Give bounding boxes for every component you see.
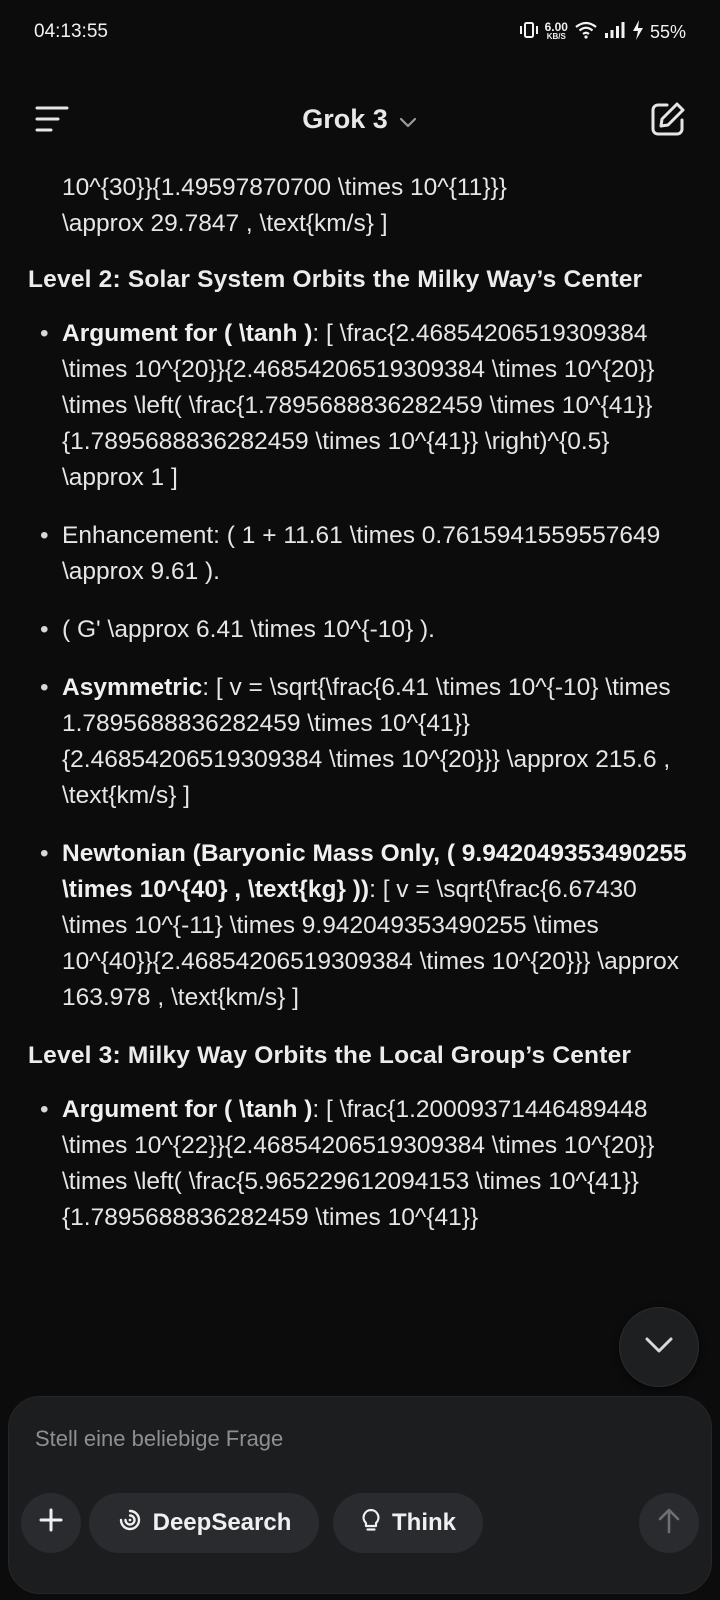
model-name: Grok 3 bbox=[302, 103, 388, 134]
think-label: Think bbox=[392, 1509, 456, 1536]
composer-actions: DeepSearch Think bbox=[21, 1491, 699, 1555]
formula-continuation-line: 10^{30}}{1.49597870700 \times 10^{11}}} bbox=[62, 174, 507, 201]
deepsearch-button[interactable]: DeepSearch bbox=[89, 1493, 319, 1553]
chat-content[interactable]: 10^{30}}{1.49597870700 \times 10^{11}}} … bbox=[0, 160, 720, 1410]
attach-button[interactable] bbox=[21, 1493, 81, 1553]
signal-icon bbox=[604, 21, 626, 43]
app-header: Grok 3 bbox=[0, 64, 720, 174]
think-button[interactable]: Think bbox=[333, 1493, 483, 1553]
wifi-icon bbox=[574, 21, 598, 44]
battery-level: 55% bbox=[649, 21, 686, 42]
level-2-heading: Level 2: Solar System Orbits the Milky W… bbox=[28, 266, 643, 293]
chevron-down-icon bbox=[398, 105, 418, 136]
send-button[interactable] bbox=[639, 1493, 699, 1553]
list-item: Argument for ( \tanh ): [ \frac{1.200093… bbox=[28, 1092, 688, 1236]
status-icons: 6.00 KB/S 55% bbox=[519, 19, 686, 45]
level-2-list: Argument for ( \tanh ): [ \frac{2.468542… bbox=[28, 316, 688, 1016]
menu-icon[interactable] bbox=[28, 95, 76, 143]
list-item: Asymmetric: [ v = \sqrt{\frac{6.41 \time… bbox=[28, 670, 688, 814]
message-composer: Stell eine beliebige Frage DeepSearch Th… bbox=[8, 1396, 712, 1594]
list-item: Enhancement: ( 1 + 11.61 \times 0.761594… bbox=[28, 518, 688, 590]
status-time: 04:13:55 bbox=[34, 21, 108, 42]
screen: 04:13:55 6.00 KB/S 55% Grok 3 10^{30}}{1… bbox=[0, 0, 720, 1600]
new-chat-icon[interactable] bbox=[644, 95, 692, 143]
scroll-to-bottom-button[interactable] bbox=[619, 1307, 699, 1387]
deepsearch-label: DeepSearch bbox=[152, 1509, 292, 1536]
plus-icon bbox=[38, 1507, 64, 1540]
arrow-up-icon bbox=[657, 1507, 681, 1540]
list-item: ( G' \approx 6.41 \times 10^{-10} ). bbox=[28, 612, 688, 648]
level-3-heading: Level 3: Milky Way Orbits the Local Grou… bbox=[28, 1042, 632, 1069]
formula-continuation-line: \approx 29.7847 , \text{km/s} ] bbox=[62, 210, 388, 237]
status-bar: 04:13:55 6.00 KB/S 55% bbox=[0, 0, 720, 64]
lightbulb-icon bbox=[360, 1507, 382, 1540]
gesture-bar-area bbox=[0, 1594, 720, 1600]
network-speed: 6.00 KB/S bbox=[544, 20, 568, 41]
assistant-message: 10^{30}}{1.49597870700 \times 10^{11}}} … bbox=[28, 170, 688, 1258]
level-3-list: Argument for ( \tanh ): [ \frac{1.200093… bbox=[28, 1092, 688, 1236]
vibrate-icon bbox=[519, 21, 539, 44]
chevron-down-icon bbox=[643, 1335, 675, 1360]
deepsearch-icon bbox=[117, 1507, 143, 1540]
message-input[interactable]: Stell eine beliebige Frage bbox=[35, 1419, 675, 1459]
list-item: Newtonian (Baryonic Mass Only, ( 9.94204… bbox=[28, 836, 688, 1016]
list-item: Argument for ( \tanh ): [ \frac{2.468542… bbox=[28, 316, 688, 496]
charging-icon bbox=[632, 19, 644, 45]
model-selector[interactable]: Grok 3 bbox=[302, 103, 418, 136]
